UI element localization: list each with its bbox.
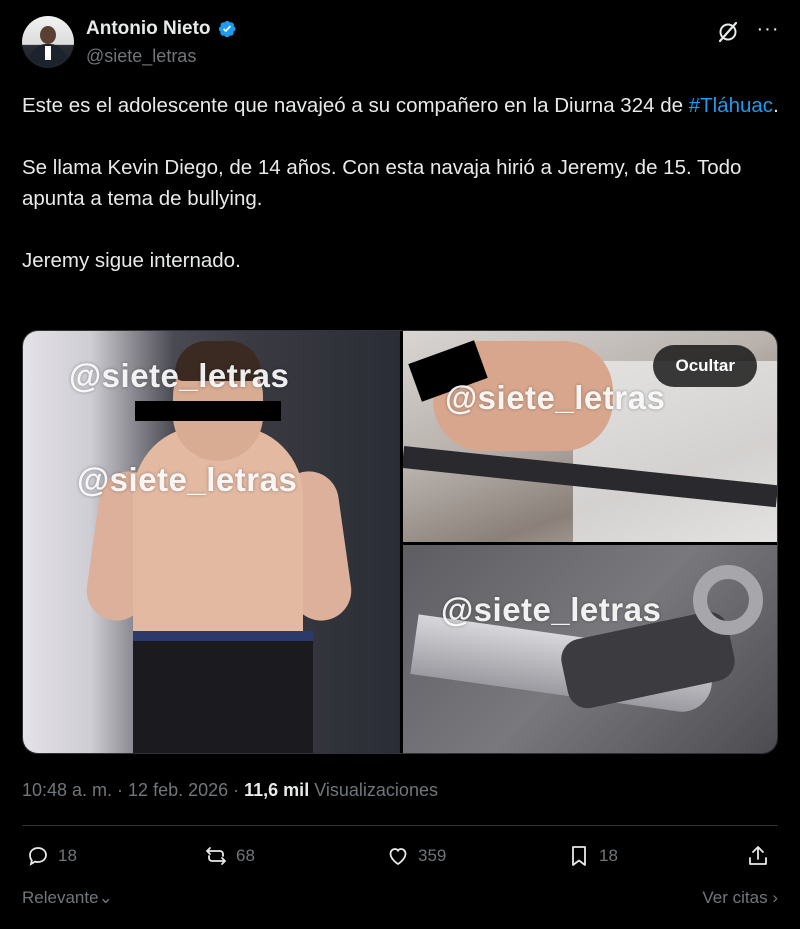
tweet-meta: 10:48 a. m. · 12 feb. 2026 · 11,6 mil Vi… bbox=[22, 780, 438, 801]
share-button[interactable] bbox=[746, 844, 770, 868]
author-name-row[interactable]: Antonio Nieto bbox=[86, 18, 237, 40]
views-count: 11,6 mil bbox=[244, 780, 310, 800]
sort-label: Relevante bbox=[22, 888, 99, 907]
hide-media-button[interactable]: Ocultar bbox=[653, 345, 757, 387]
hashtag-link[interactable]: #Tláhuac bbox=[689, 94, 773, 117]
photo-shape bbox=[693, 565, 763, 635]
bookmark-icon bbox=[572, 846, 586, 866]
tweet-text: Este es el adolescente que navajeó a su … bbox=[22, 90, 782, 276]
like-button[interactable]: 359 bbox=[386, 844, 446, 868]
media-image-suspect[interactable]: @siete_letras @siete_letras bbox=[23, 331, 400, 753]
sort-replies-dropdown[interactable]: Relevante⌄ bbox=[22, 888, 113, 908]
reply-button[interactable]: 18 bbox=[26, 844, 77, 868]
watermark: @siete_letras bbox=[445, 379, 666, 416]
tweet-header: Antonio Nieto @siete_letras ··· bbox=[22, 14, 780, 70]
action-bar: 18 68 359 18 bbox=[22, 844, 778, 874]
avatar-shirt bbox=[45, 46, 51, 60]
chevron-down-icon: ⌄ bbox=[98, 888, 113, 907]
like-count: 359 bbox=[418, 846, 447, 865]
tweet-paragraph-3: Jeremy sigue internado. bbox=[22, 249, 241, 272]
reply-count: 18 bbox=[58, 846, 77, 865]
author-handle[interactable]: @siete_letras bbox=[86, 46, 196, 67]
watermark: @siete_letras bbox=[441, 591, 662, 628]
more-options-icon[interactable]: ··· bbox=[756, 19, 780, 42]
repost-icon bbox=[206, 847, 226, 865]
verified-badge-icon bbox=[218, 20, 236, 38]
censor-bar bbox=[135, 401, 281, 421]
avatar[interactable] bbox=[22, 16, 74, 68]
tweet-text-part: . bbox=[773, 94, 779, 117]
watermark: @siete_letras bbox=[69, 357, 290, 394]
grok-icon[interactable] bbox=[716, 20, 740, 44]
quotes-label: Ver citas bbox=[702, 888, 768, 907]
tweet-text-part: Este es el adolescente que navajeó a su … bbox=[22, 94, 684, 117]
heart-icon bbox=[389, 848, 407, 866]
watermark: @siete_letras bbox=[77, 461, 298, 498]
bookmark-count: 18 bbox=[599, 846, 618, 865]
chevron-right-icon: › bbox=[772, 888, 778, 907]
view-quotes-link[interactable]: Ver citas › bbox=[702, 888, 778, 908]
views-label: Visualizaciones bbox=[314, 780, 438, 800]
timestamp[interactable]: 10:48 a. m. · 12 feb. 2026 · bbox=[22, 780, 244, 800]
tweet-paragraph-1: Este es el adolescente que navajeó a su … bbox=[22, 90, 782, 121]
replies-footer: Relevante⌄ Ver citas › bbox=[22, 888, 778, 914]
tweet-paragraph-2: Se llama Kevin Diego, de 14 años. Con es… bbox=[22, 156, 742, 210]
photo-shape bbox=[133, 631, 313, 753]
author-name[interactable]: Antonio Nieto bbox=[86, 18, 211, 40]
avatar-head bbox=[40, 26, 56, 44]
media-image-knife[interactable]: @siete_letras bbox=[403, 545, 777, 753]
reply-icon bbox=[29, 847, 47, 866]
media-grid: @siete_letras @siete_letras @siete_letra… bbox=[22, 330, 778, 754]
repost-button[interactable]: 68 bbox=[204, 844, 255, 868]
repost-count: 68 bbox=[236, 846, 255, 865]
bookmark-button[interactable]: 18 bbox=[567, 844, 618, 868]
share-icon bbox=[749, 846, 767, 865]
media-image-hospital[interactable]: @siete_letras Ocultar bbox=[403, 331, 777, 542]
divider bbox=[22, 825, 778, 826]
